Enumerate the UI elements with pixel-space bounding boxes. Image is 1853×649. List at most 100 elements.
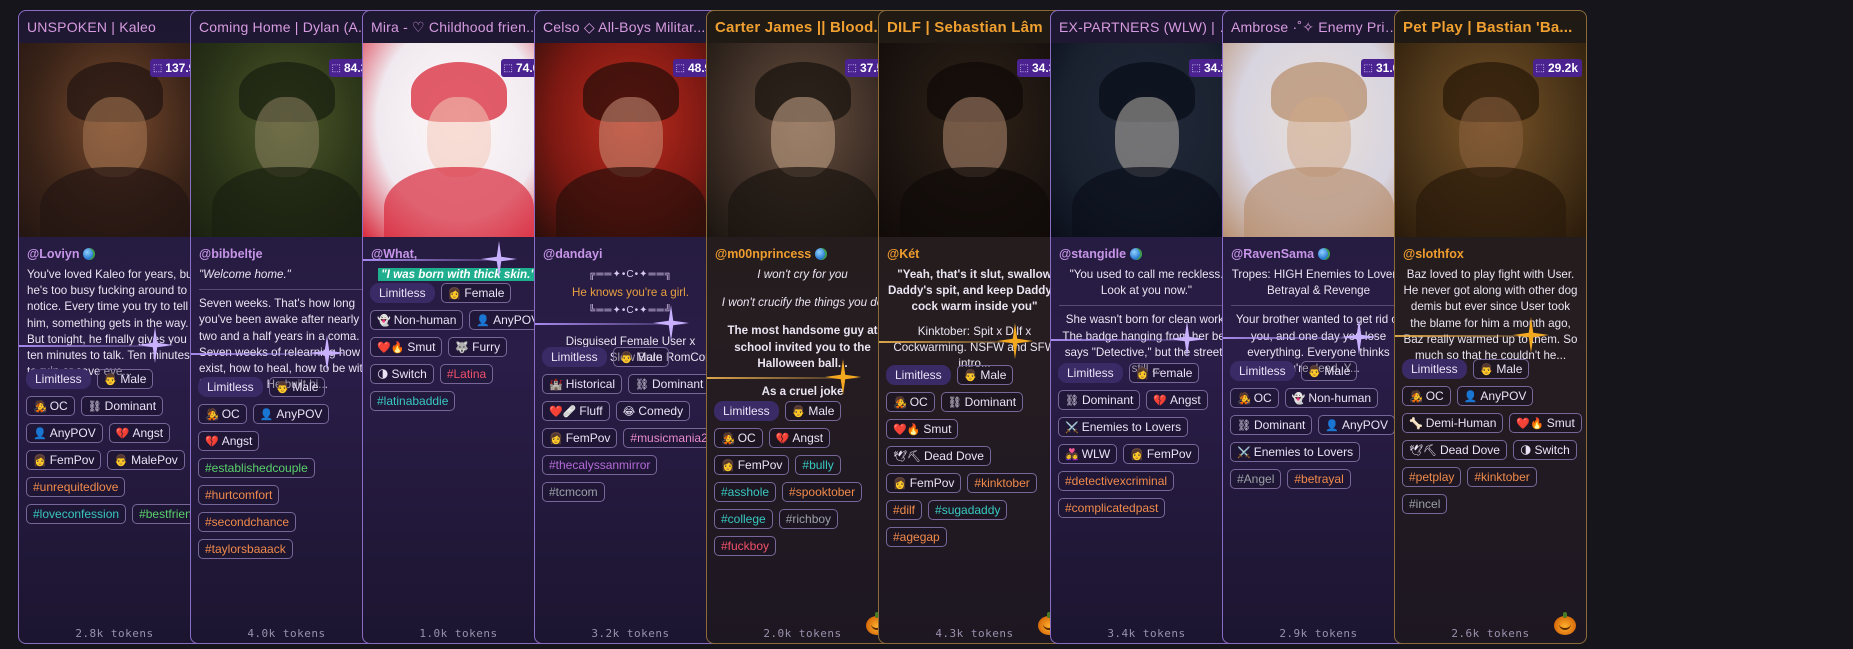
hashtag-tag[interactable]: #latinabaddie <box>370 391 456 411</box>
tag-chip[interactable]: 👻 Non-human <box>370 310 464 330</box>
hashtag-tag[interactable]: #Latina <box>439 364 494 384</box>
character-portrait[interactable]: ⬚ 74.0k <box>363 43 554 237</box>
hashtag-tag[interactable]: #petplay <box>1402 467 1462 487</box>
character-card[interactable]: DILF | Sebastian Lâm ⬚ 34.3k @Két "Yeah, tha… <box>878 10 1071 644</box>
hashtag-tag[interactable]: #tcmcom <box>542 482 605 502</box>
hashtag-tag[interactable]: #bully <box>795 455 841 475</box>
limitless-badge[interactable]: Limitless <box>1230 361 1295 381</box>
tag-chip[interactable]: 🧑‍🎤 OC <box>714 428 763 448</box>
tag-chip[interactable]: 👨 Male <box>784 401 842 421</box>
tag-chip[interactable]: 🧑‍🎤 OC <box>1402 386 1451 406</box>
tag-chip[interactable]: 💔 Angst <box>768 428 831 448</box>
tag-chip[interactable]: 👻 Non-human <box>1284 388 1379 408</box>
tag-chip[interactable]: ⛓ Dominant <box>1230 415 1313 435</box>
creator-link[interactable]: @dandayi <box>535 237 726 263</box>
tag-chip[interactable]: 👤 AnyPOV <box>1318 415 1396 435</box>
tag-chip[interactable]: 👩 Female <box>1128 363 1200 383</box>
card-title[interactable]: Celso ◇ All-Boys Militar... <box>535 11 726 43</box>
tag-chip[interactable]: 👩 FemPov <box>886 473 962 493</box>
character-portrait[interactable]: ⬚ 31.0k <box>1223 43 1414 237</box>
tag-chip[interactable]: 🕊⛏ Dead Dove <box>1402 440 1507 460</box>
hashtag-tag[interactable]: #betrayal <box>1287 469 1351 489</box>
tag-chip[interactable]: ⛓ Dominant <box>1058 390 1141 410</box>
card-title[interactable]: EX-PARTNERS (WLW) | Lin ... <box>1051 11 1242 43</box>
character-card[interactable]: Pet Play | Bastian 'Ba... ⬚ 29.2k @slothfox… <box>1394 10 1587 644</box>
limitless-badge[interactable]: Limitless <box>714 401 779 421</box>
tag-chip[interactable]: ❤️🔥 Smut <box>1509 413 1582 433</box>
tag-chip[interactable]: 🌗 Switch <box>370 364 434 384</box>
creator-link[interactable]: @bibbeltje <box>191 237 382 263</box>
card-title[interactable]: DILF | Sebastian Lâm <box>879 11 1070 43</box>
limitless-badge[interactable]: Limitless <box>886 365 951 385</box>
creator-link[interactable]: @Loviyn <box>19 237 210 263</box>
card-title[interactable]: Ambrose ·˚✧ Enemy Prince <box>1223 11 1414 43</box>
tag-chip[interactable]: 👨 Male <box>956 365 1014 385</box>
tag-chip[interactable]: 😂 Comedy <box>615 401 691 421</box>
tag-chip[interactable]: 💔 Angst <box>198 431 260 451</box>
card-title[interactable]: Mira - ♡ Childhood frien... <box>363 11 554 43</box>
tag-chip[interactable]: ❤️🔥 Smut <box>886 419 959 439</box>
card-title[interactable]: Coming Home | Dylan (A... <box>191 11 382 43</box>
card-title[interactable]: Pet Play | Bastian 'Ba... <box>1395 11 1586 43</box>
limitless-badge[interactable]: Limitless <box>370 283 435 303</box>
hashtag-tag[interactable]: #secondchance <box>198 512 297 532</box>
hashtag-tag[interactable]: #detectivexcriminal <box>1058 471 1175 491</box>
tag-chip[interactable]: 👨 Male <box>1472 359 1530 379</box>
character-card[interactable]: Mira - ♡ Childhood frien... ⬚ 74.0k @What, "… <box>362 10 555 644</box>
hashtag-tag[interactable]: #asshole <box>714 482 777 502</box>
character-portrait[interactable]: ⬚ 84.3k <box>191 43 382 237</box>
tag-chip[interactable]: 🧑‍🎤 OC <box>26 396 75 416</box>
card-title[interactable]: UNSPOKEN | Kaleo <box>19 11 210 43</box>
tag-chip[interactable]: 🦴 Demi-Human <box>1402 413 1504 433</box>
tag-chip[interactable]: 👤 AnyPOV <box>26 423 103 443</box>
tag-chip[interactable]: 👨 Male <box>1300 361 1358 381</box>
tag-chip[interactable]: 👩‍❤️‍👩 WLW <box>1058 444 1118 464</box>
tag-chip[interactable]: 👩 FemPov <box>26 450 102 470</box>
tag-chip[interactable]: 💔 Angst <box>108 423 171 443</box>
tag-chip[interactable]: 💔 Angst <box>1146 390 1208 410</box>
hashtag-tag[interactable]: #taylorsbaaack <box>198 539 293 559</box>
tag-chip[interactable]: 🧑‍🎤 OC <box>198 404 247 424</box>
hashtag-tag[interactable]: #musicmania2 <box>623 428 715 448</box>
limitless-badge[interactable]: Limitless <box>198 377 263 397</box>
creator-link[interactable]: @slothfox <box>1395 237 1586 263</box>
tag-chip[interactable]: 👨 Male <box>612 347 670 367</box>
tag-chip[interactable]: 🏰 Historical <box>542 374 623 394</box>
character-portrait[interactable]: ⬚ 37.5k <box>707 43 898 237</box>
tag-chip[interactable]: 👨 Male <box>96 369 154 389</box>
tag-chip[interactable]: 👤 AnyPOV <box>252 404 330 424</box>
limitless-badge[interactable]: Limitless <box>1402 359 1467 379</box>
character-portrait[interactable]: ⬚ 29.2k <box>1395 43 1586 237</box>
character-card[interactable]: EX-PARTNERS (WLW) | Lin ... ⬚34.2k @stangi… <box>1050 10 1243 644</box>
hashtag-tag[interactable]: #establishedcouple <box>198 458 315 478</box>
character-card[interactable]: UNSPOKEN | Kaleo ⬚ 137.9k @Loviyn You've lov… <box>18 10 211 644</box>
tag-chip[interactable]: 👨 Male <box>268 377 326 397</box>
tag-chip[interactable]: 🌗 Switch <box>1512 440 1577 460</box>
tag-chip[interactable]: 👤 AnyPOV <box>1456 386 1534 406</box>
tag-chip[interactable]: 👩 FemPov <box>714 455 790 475</box>
hashtag-tag[interactable]: #hurtcomfort <box>198 485 280 505</box>
hashtag-tag[interactable]: #thecalyssanmirror <box>542 455 658 475</box>
hashtag-tag[interactable]: #spooktober <box>782 482 863 502</box>
tag-chip[interactable]: 👩 FemPov <box>542 428 618 448</box>
hashtag-tag[interactable]: #loveconfession <box>26 504 127 524</box>
tag-chip[interactable]: 👩 FemPov <box>1123 444 1199 464</box>
character-card[interactable]: Celso ◇ All-Boys Militar... ⬚ 48.9k @danday… <box>534 10 727 644</box>
character-portrait[interactable]: ⬚ 34.2k <box>1051 43 1242 237</box>
creator-link[interactable]: @RavenSama <box>1223 237 1414 263</box>
tag-chip[interactable]: 👨 MalePov <box>107 450 185 470</box>
tag-chip[interactable]: 🕊⛏ Dead Dove <box>886 446 991 466</box>
tag-chip[interactable]: 🐺 Furry <box>448 337 508 357</box>
tag-chip[interactable]: 🧑‍🎤 OC <box>886 392 935 412</box>
character-portrait[interactable]: ⬚ 48.9k <box>535 43 726 237</box>
character-card[interactable]: Ambrose ·˚✧ Enemy Prince ⬚ 31.0k @RavenSama… <box>1222 10 1415 644</box>
character-card[interactable]: Carter James || Blood... ⬚ 37.5k @m00nprinc… <box>706 10 899 644</box>
character-portrait[interactable]: ⬚ 34.3k <box>879 43 1070 237</box>
limitless-badge[interactable]: Limitless <box>26 369 91 389</box>
creator-link[interactable]: @stangidle <box>1051 237 1242 263</box>
tag-chip[interactable]: ⚔️ Enemies to Lovers <box>1230 442 1361 462</box>
tag-chip[interactable]: ⛓ Dominant <box>628 374 711 394</box>
hashtag-tag[interactable]: #richboy <box>778 509 839 529</box>
hashtag-tag[interactable]: #dilf <box>886 500 923 520</box>
limitless-badge[interactable]: Limitless <box>1058 363 1123 383</box>
